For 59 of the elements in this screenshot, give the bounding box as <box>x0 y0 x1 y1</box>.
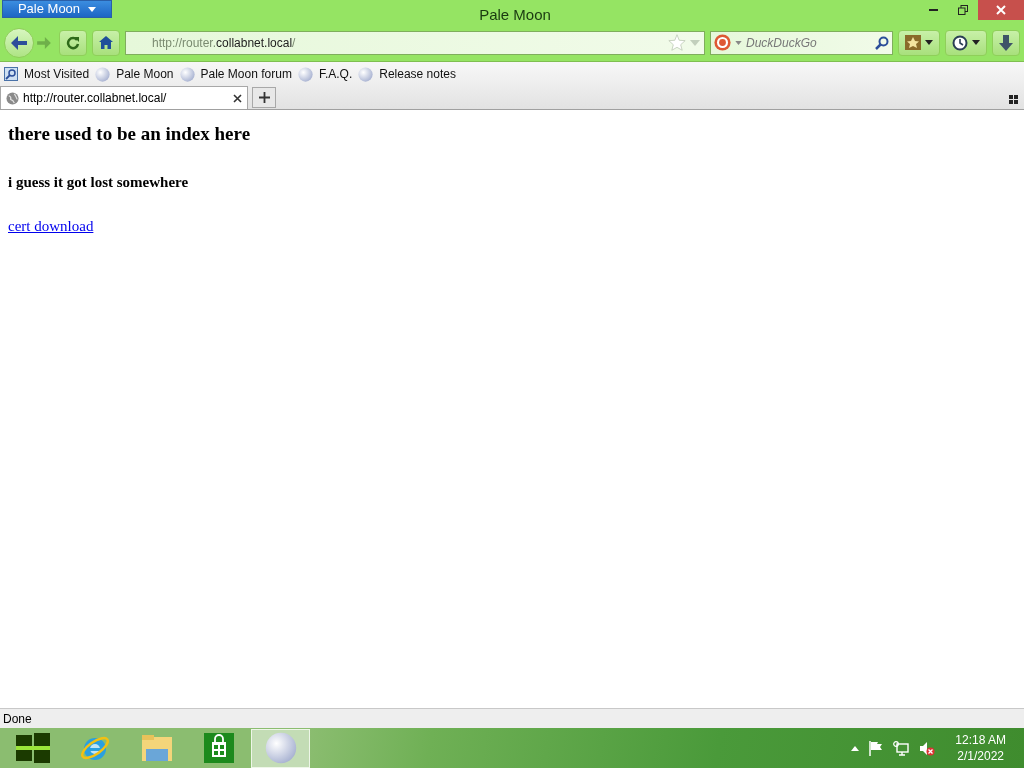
clock-date: 2/1/2022 <box>957 748 1004 764</box>
download-link[interactable]: cert download <box>8 215 94 238</box>
network-icon[interactable] <box>893 740 910 756</box>
browser-tab[interactable]: http://router.collabnet.local/ <box>0 86 248 109</box>
tab-title: http://router.collabnet.local/ <box>23 90 168 107</box>
bookmarks-button[interactable] <box>898 29 940 56</box>
moon-icon <box>264 732 297 764</box>
moon-icon <box>297 66 313 82</box>
close-icon <box>996 5 1006 15</box>
home-button[interactable] <box>92 29 120 56</box>
bookmark-link[interactable]: Release notes <box>358 65 456 83</box>
clock-icon <box>952 34 968 51</box>
folder-icon <box>140 733 173 763</box>
downloads-button[interactable] <box>992 29 1020 56</box>
muted-speaker-icon[interactable] <box>919 740 936 756</box>
minimize-icon <box>928 9 938 11</box>
moon-icon <box>358 66 374 82</box>
history-button[interactable] <box>945 29 987 56</box>
caret-icon <box>88 6 97 12</box>
star-icon[interactable] <box>668 34 686 51</box>
windows-logo-icon <box>15 733 50 763</box>
forward-arrow-icon <box>37 36 51 49</box>
page-subheading: i guess it got lost somewhere <box>8 172 189 192</box>
reload-button[interactable] <box>59 29 87 56</box>
tab-grid-icon[interactable] <box>1009 95 1018 104</box>
home-icon <box>99 36 113 49</box>
reload-icon <box>66 35 80 50</box>
status-text: Done <box>3 710 32 728</box>
new-tab-button[interactable] <box>252 87 276 108</box>
up-caret-icon[interactable] <box>851 745 860 751</box>
url-text: http://router.collabnet.local/ <box>152 34 297 52</box>
search-field[interactable]: DuckDuckGo <box>710 30 893 55</box>
folder-search-icon <box>4 67 18 81</box>
search-icon[interactable] <box>875 35 889 50</box>
bookmark-link[interactable]: Most Visited <box>4 65 90 83</box>
app-menu-button[interactable]: Pale Moon <box>2 0 112 18</box>
close-button[interactable] <box>978 0 1024 20</box>
bookmark-link[interactable]: Pale Moon forum <box>179 65 292 83</box>
restore-icon <box>958 5 968 15</box>
window-title: Pale Moon <box>479 5 551 25</box>
bookmark-link[interactable]: Pale Moon <box>95 65 174 83</box>
bookmark-link[interactable]: F.A.Q. <box>297 65 353 83</box>
page-heading: there used to be an index here <box>8 122 251 146</box>
plus-icon <box>258 92 270 103</box>
back-button[interactable] <box>4 27 34 58</box>
globe-icon <box>6 91 19 105</box>
bookmark-star-icon <box>905 35 921 50</box>
back-arrow-icon <box>11 35 27 50</box>
search-input[interactable]: DuckDuckGo <box>746 33 871 52</box>
dropdown-caret-icon <box>735 40 742 45</box>
moon-icon <box>179 66 195 82</box>
flag-icon[interactable] <box>869 740 884 756</box>
clock-time: 12:18 AM <box>955 732 1006 748</box>
down-arrow-icon <box>999 34 1013 51</box>
caret-icon <box>925 40 933 45</box>
close-icon[interactable] <box>233 93 242 103</box>
moon-icon <box>95 66 111 82</box>
caret-icon <box>972 40 980 45</box>
address-bar[interactable]: http://router.collabnet.local/ <box>125 30 705 55</box>
